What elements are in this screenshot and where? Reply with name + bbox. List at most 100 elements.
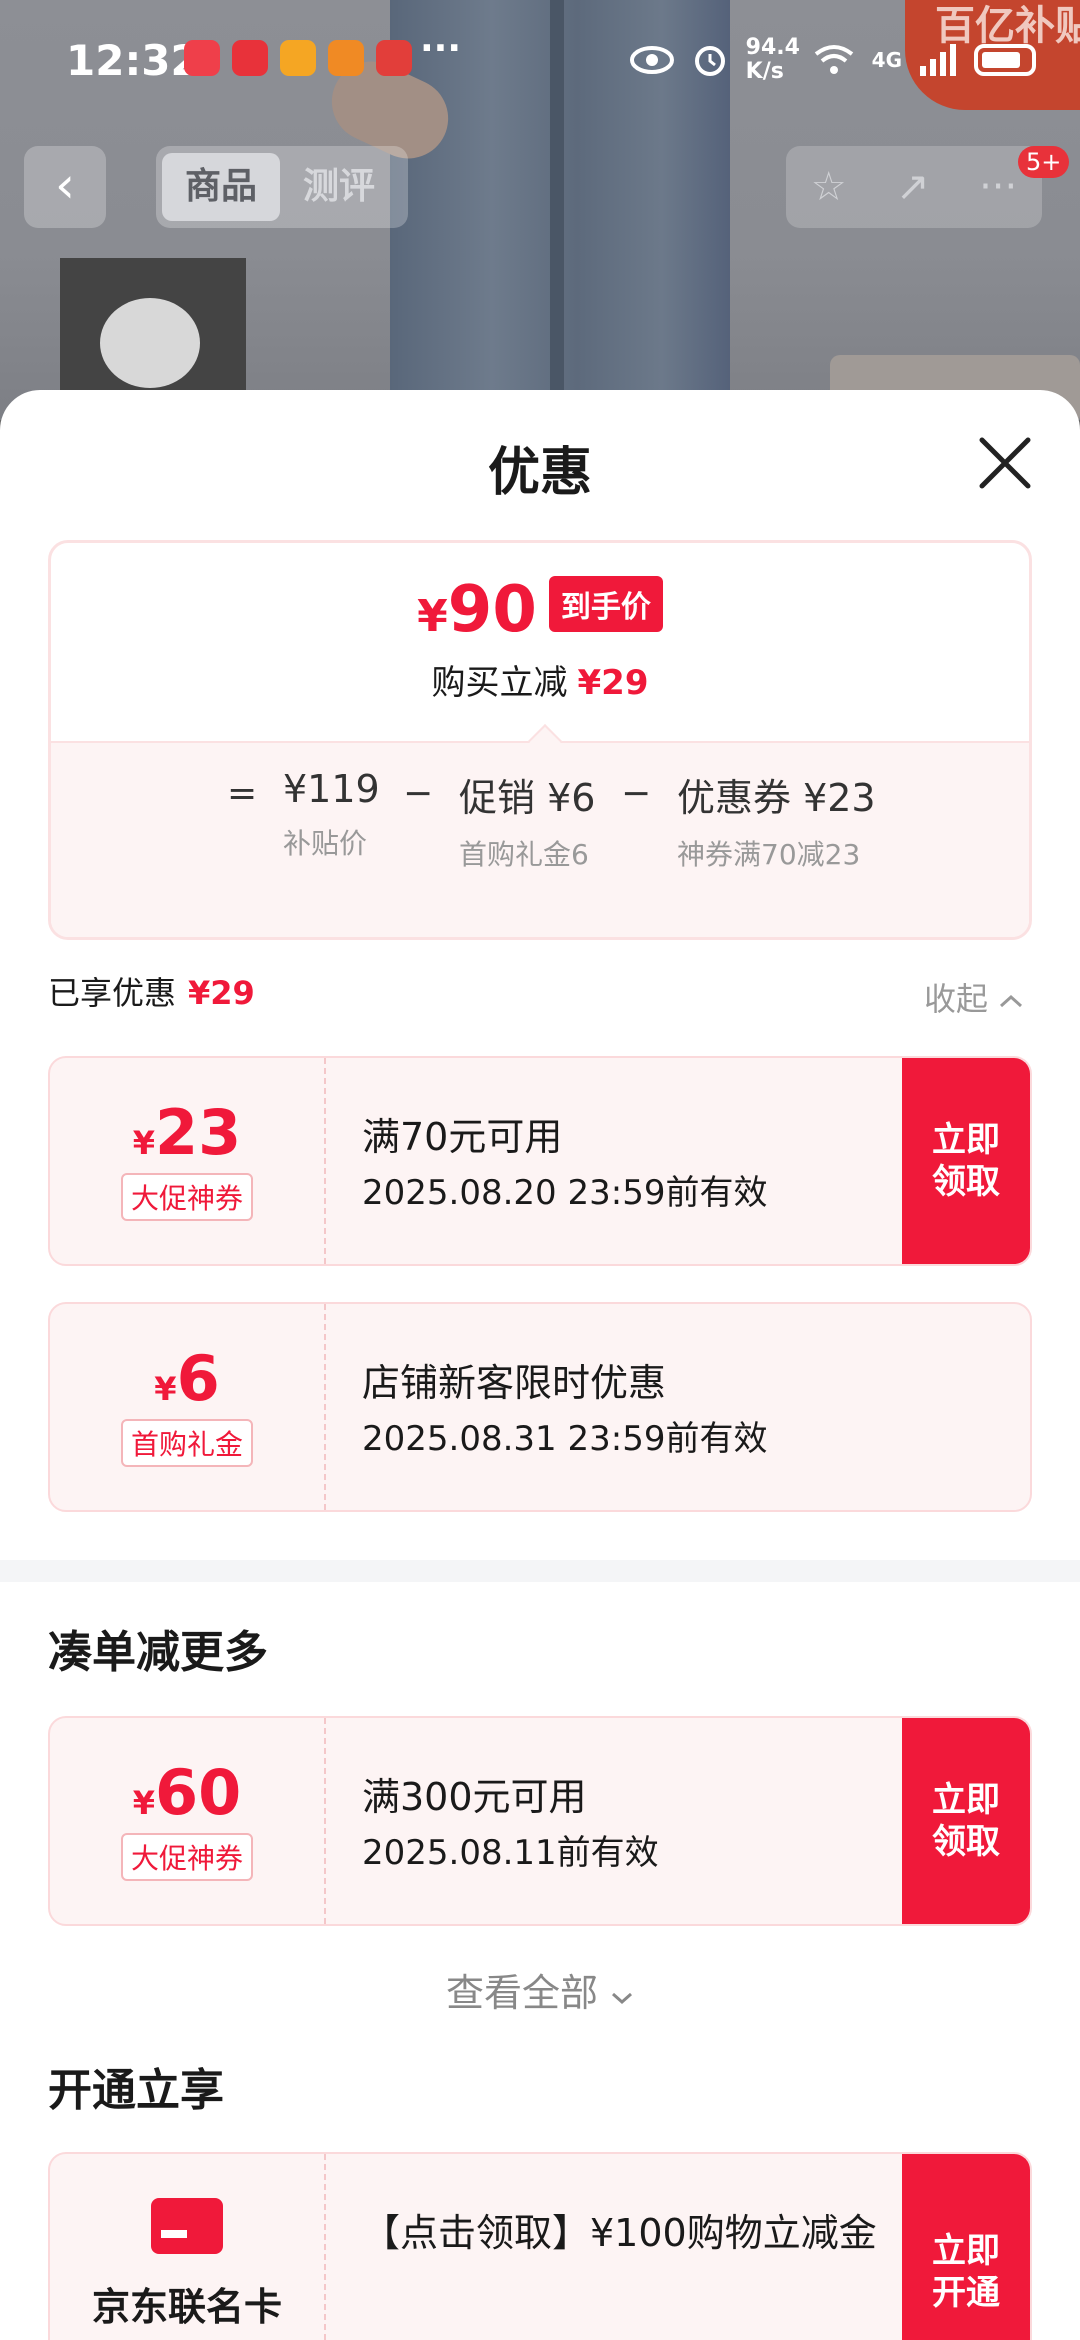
coupon-info: 店铺新客限时优惠 2025.08.31 23:59前有效 bbox=[362, 1352, 767, 1460]
coupon-card: ¥23 大促神券 满70元可用 2025.08.20 23:59前有效 立即 领取 bbox=[48, 1056, 1032, 1266]
coupon-validity: 2025.08.31 23:59前有效 bbox=[362, 1419, 768, 1459]
formula-promo: 促销 ¥6 首购礼金6 bbox=[459, 767, 596, 874]
notification-badge: 5+ bbox=[1018, 146, 1070, 178]
coupon-value: 6 bbox=[176, 1342, 220, 1415]
coupon-amount-area: ¥23 大促神券 bbox=[50, 1058, 324, 1264]
status-indicators: 94.4 K/s 4G bbox=[629, 35, 1036, 84]
credit-card-icon bbox=[151, 2198, 223, 2254]
claim-button[interactable]: 立即 领取 bbox=[902, 1718, 1030, 1924]
view-all-button[interactable]: 查看全部 bbox=[0, 1962, 1080, 2017]
claim-button[interactable]: 立即 领取 bbox=[902, 1058, 1030, 1264]
view-all-label: 查看全部 bbox=[445, 1971, 598, 2015]
tab-review[interactable]: 测评 bbox=[280, 153, 398, 221]
price-summary-top: ¥90 到手价 购买立减 ¥29 bbox=[51, 543, 1029, 741]
minus-sign: − bbox=[403, 773, 434, 814]
sheet-title: 优惠 bbox=[487, 443, 592, 503]
coupon-amount: ¥60 bbox=[50, 1756, 324, 1829]
coupon-type: 大促神券 bbox=[120, 1833, 253, 1881]
base-value: ¥119 bbox=[283, 767, 380, 811]
more-icon[interactable]: ··· bbox=[979, 164, 1017, 210]
price-formula: = ¥119 补贴价 − 促销 ¥6 首购礼金6 − 优惠券 ¥23 神券满70… bbox=[51, 743, 1029, 937]
coupon-amount: ¥23 bbox=[50, 1096, 324, 1169]
screen: 百亿补贴 12:32 ··· 94.4 K/s 4G ‹ 商品 测评 ☆ ↗ ·… bbox=[0, 0, 1080, 2340]
reduce-amount: ¥29 bbox=[577, 663, 649, 703]
coupon-value: 60 bbox=[154, 1756, 242, 1829]
coupon-condition: 满70元可用 bbox=[362, 1115, 563, 1159]
coupon-divider bbox=[324, 1304, 326, 1510]
coupon-card: ¥6 首购礼金 店铺新客限时优惠 2025.08.31 23:59前有效 bbox=[48, 1302, 1032, 1512]
card-brand-area: 京东联名卡 bbox=[50, 2154, 324, 2340]
app-icon bbox=[280, 40, 316, 76]
coupon-amount-area: ¥6 首购礼金 bbox=[50, 1304, 324, 1510]
minus-sign: − bbox=[621, 773, 652, 814]
coupon-card: ¥60 大促神券 满300元可用 2025.08.11前有效 立即 领取 bbox=[48, 1716, 1032, 1926]
battery-icon bbox=[974, 44, 1036, 76]
collapse-label: 收起 bbox=[924, 980, 989, 1018]
net-speed: 94.4 K/s bbox=[745, 35, 800, 84]
alarm-icon bbox=[694, 46, 725, 76]
co-brand-card: 京东联名卡 【点击领取】¥100购物立减金 立即 开通 bbox=[48, 2152, 1032, 2340]
section-separator bbox=[0, 1560, 1080, 1582]
close-icon[interactable] bbox=[976, 434, 1034, 492]
price-summary-card: ¥90 到手价 购买立减 ¥29 = ¥119 补贴价 − 促销 ¥6 首购礼金6 bbox=[48, 540, 1032, 940]
app-icon bbox=[328, 40, 364, 76]
nav-tools: ☆ ↗ ··· bbox=[786, 146, 1042, 228]
status-app-icons bbox=[184, 40, 412, 76]
coupon-yen: ¥ bbox=[154, 1370, 177, 1408]
price-value: 90 bbox=[447, 573, 537, 647]
signal-icon bbox=[920, 44, 956, 76]
share-icon[interactable]: ↗ bbox=[896, 164, 930, 210]
reduce-line: 购买立减 ¥29 bbox=[51, 655, 1029, 704]
wifi-icon bbox=[814, 45, 853, 74]
equals-sign: = bbox=[227, 773, 258, 814]
coupon-amount-area: ¥60 大促神券 bbox=[50, 1718, 324, 1924]
app-icon bbox=[232, 40, 268, 76]
base-label: 补贴价 bbox=[283, 827, 368, 860]
promo-value: 促销 ¥6 bbox=[459, 776, 596, 820]
coupon-info: 满70元可用 2025.08.20 23:59前有效 bbox=[362, 1106, 767, 1214]
promo-label: 首购礼金6 bbox=[459, 838, 589, 871]
coupon-info: 满300元可用 2025.08.11前有效 bbox=[362, 1766, 659, 1874]
coupon-condition: 满300元可用 bbox=[362, 1775, 587, 1819]
coupon-type: 首购礼金 bbox=[120, 1419, 253, 1467]
coupon-value: 23 bbox=[154, 1096, 242, 1169]
price-yen: ¥ bbox=[417, 591, 448, 642]
app-icon bbox=[184, 40, 220, 76]
open-button[interactable]: 立即 开通 bbox=[902, 2154, 1030, 2340]
formula-coupon: 优惠券 ¥23 神券满70减23 bbox=[677, 767, 876, 874]
card-name: 京东联名卡 bbox=[91, 2285, 282, 2329]
more-discount-title: 凑单减更多 bbox=[48, 1627, 268, 1678]
coupon-divider bbox=[324, 1718, 326, 1924]
product-nav: ‹ 商品 测评 ☆ ↗ ··· 5+ bbox=[0, 146, 1080, 236]
final-price: ¥90 到手价 bbox=[51, 573, 1029, 647]
final-price-tag: 到手价 bbox=[548, 576, 663, 632]
enjoyed-label: 已享优惠 bbox=[48, 974, 177, 1012]
formula-base: ¥119 补贴价 bbox=[283, 767, 380, 863]
chevron-down-icon bbox=[612, 1992, 633, 2005]
open-benefit-title: 开通立享 bbox=[48, 2065, 224, 2116]
price-formula-area: = ¥119 补贴价 − 促销 ¥6 首购礼金6 − 优惠券 ¥23 神券满70… bbox=[51, 741, 1029, 937]
status-time: 12:32 bbox=[66, 36, 200, 85]
app-icon bbox=[376, 40, 412, 76]
tab-product[interactable]: 商品 bbox=[162, 153, 280, 221]
coupon-amount: ¥6 bbox=[50, 1342, 324, 1415]
enjoyed-amount: ¥29 bbox=[188, 974, 255, 1012]
coupon-label: 神券满70减23 bbox=[677, 838, 861, 871]
card-description: 【点击领取】¥100购物立减金 bbox=[362, 2211, 877, 2255]
enjoyed-discount: 已享优惠 ¥29 bbox=[48, 968, 255, 1014]
coupon-yen: ¥ bbox=[132, 1124, 155, 1162]
status-more-icon: ··· bbox=[420, 28, 462, 69]
coupon-type: 大促神券 bbox=[120, 1173, 253, 1221]
coupon-validity: 2025.08.20 23:59前有效 bbox=[362, 1173, 768, 1213]
coupon-divider bbox=[324, 1058, 326, 1264]
product-tabs: 商品 测评 bbox=[156, 146, 408, 228]
coupon-validity: 2025.08.11前有效 bbox=[362, 1833, 659, 1873]
coupon-value: 优惠券 ¥23 bbox=[677, 776, 876, 820]
status-bar: 12:32 ··· 94.4 K/s 4G bbox=[0, 0, 1080, 120]
signal-label: 4G bbox=[871, 48, 902, 72]
card-info: 【点击领取】¥100购物立减金 bbox=[362, 2202, 882, 2257]
back-button[interactable]: ‹ bbox=[24, 146, 106, 228]
collapse-button[interactable]: 收起 bbox=[924, 974, 1024, 1020]
favorite-icon[interactable]: ☆ bbox=[811, 164, 847, 210]
chevron-up-icon bbox=[1000, 994, 1023, 1008]
